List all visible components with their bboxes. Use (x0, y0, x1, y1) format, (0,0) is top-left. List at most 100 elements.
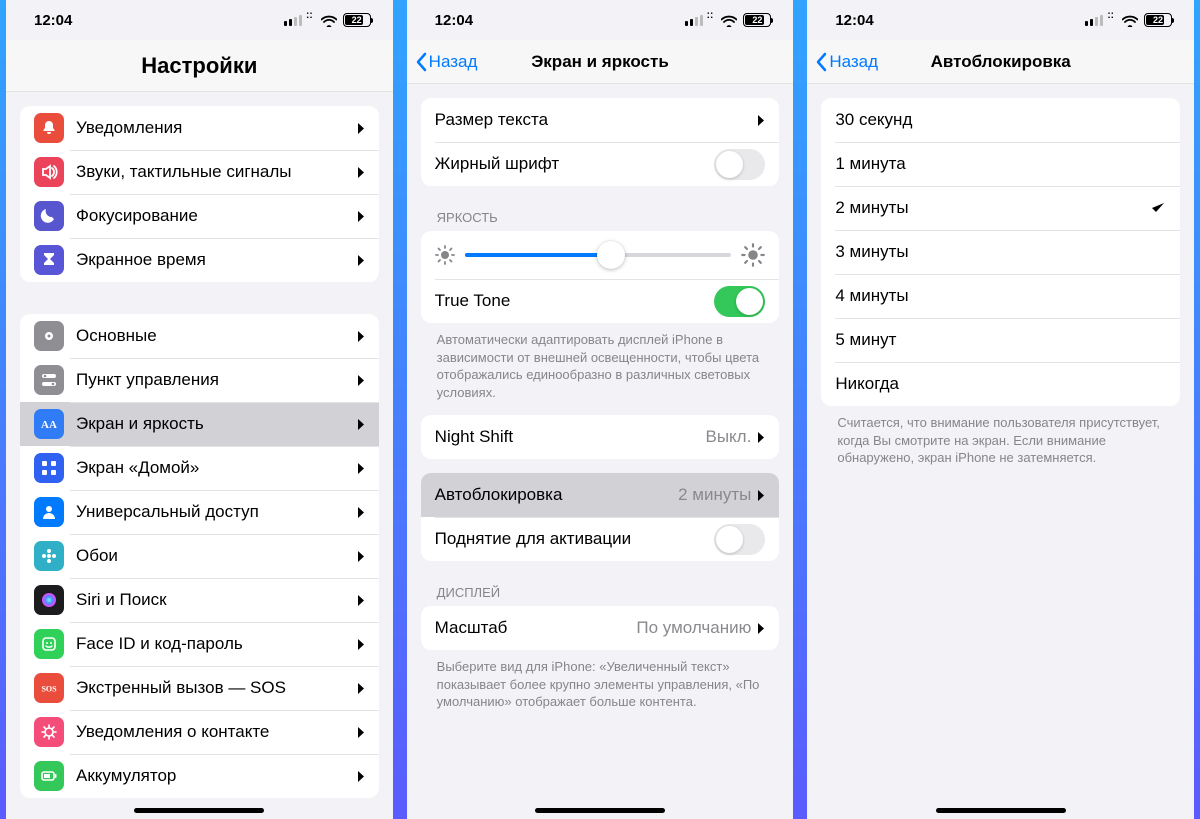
chevron-icon (757, 114, 765, 127)
row-label: Уведомления о контакте (76, 722, 357, 742)
row-label: Экстренный вызов — SOS (76, 678, 357, 698)
chevron-icon (357, 374, 365, 387)
home-indicator[interactable] (134, 808, 264, 813)
display-zoom-footer: Выберите вид для iPhone: «Увеличенный те… (407, 650, 794, 711)
chevron-icon (357, 506, 365, 519)
cellular-secondary-icon: :: (707, 10, 714, 21)
settings-row-face[interactable]: Face ID и код-пароль (20, 622, 379, 666)
settings-row-moon[interactable]: Фокусирование (20, 194, 379, 238)
nav-header: Настройки (6, 40, 393, 92)
autolock-option[interactable]: 4 минуты (821, 274, 1180, 318)
page-title: Автоблокировка (931, 52, 1071, 72)
grid-icon (34, 453, 64, 483)
option-label: 2 минуты (835, 198, 1150, 218)
settings-row-person[interactable]: Универсальный доступ (20, 490, 379, 534)
night-shift-group: Night Shift Выкл. (421, 415, 780, 459)
autolock-scroll[interactable]: 30 секунд 1 минута 2 минуты 3 минуты 4 минут… (807, 84, 1194, 819)
back-button[interactable]: Назад (815, 52, 878, 72)
display-zoom-row[interactable]: Масштаб По умолчанию (421, 606, 780, 650)
status-right: :: 22 (1085, 13, 1172, 27)
settings-row-gear[interactable]: Основные (20, 314, 379, 358)
flower-icon (34, 541, 64, 571)
text-size-row[interactable]: Размер текста (421, 98, 780, 142)
autolock-option[interactable]: Никогда (821, 362, 1180, 406)
cellular-icon (284, 15, 302, 26)
settings-row-speaker[interactable]: Звуки, тактильные сигналы (20, 150, 379, 194)
chevron-icon (357, 770, 365, 783)
settings-row-aa[interactable]: AAЭкран и яркость (20, 402, 379, 446)
home-indicator[interactable] (535, 808, 665, 813)
autolock-option[interactable]: 1 минута (821, 142, 1180, 186)
autolock-footer: Считается, что внимание пользователя при… (807, 406, 1194, 467)
settings-row-flower[interactable]: Обои (20, 534, 379, 578)
settings-row-grid[interactable]: Экран «Домой» (20, 446, 379, 490)
settings-row-hourglass[interactable]: Экранное время (20, 238, 379, 282)
settings-scroll[interactable]: Уведомления Звуки, тактильные сигналыФоку… (6, 92, 393, 819)
face-icon (34, 629, 64, 659)
nav-header: Назад Экран и яркость (407, 40, 794, 84)
sun-small-icon (435, 245, 455, 265)
status-bar: 12:04 :: 22 (807, 0, 1194, 40)
row-label: Экран «Домой» (76, 458, 357, 478)
option-label: 30 секунд (835, 110, 1166, 130)
settings-row-battery[interactable]: Аккумулятор (20, 754, 379, 798)
battery-icon: 22 (743, 13, 771, 27)
svg-text:AA: AA (41, 419, 57, 431)
auto-lock-row[interactable]: Автоблокировка 2 минуты (421, 473, 780, 517)
settings-row-sos[interactable]: SOS Экстренный вызов — SOS (20, 666, 379, 710)
brightness-slider-row[interactable] (421, 231, 780, 279)
option-label: 1 минута (835, 154, 1166, 174)
row-label: Пункт управления (76, 370, 357, 390)
wifi-icon (721, 14, 737, 26)
sun-large-icon (741, 243, 765, 267)
cellular-icon (1085, 15, 1103, 26)
wifi-icon (1122, 14, 1138, 26)
option-label: 5 минут (835, 330, 1166, 350)
bold-text-toggle[interactable] (714, 149, 765, 180)
home-indicator[interactable] (936, 808, 1066, 813)
status-time: 12:04 (34, 12, 72, 29)
autolock-option[interactable]: 3 минуты (821, 230, 1180, 274)
chevron-icon (357, 210, 365, 223)
bell-icon (34, 113, 64, 143)
raise-to-wake-toggle[interactable] (714, 524, 765, 555)
true-tone-row[interactable]: True Tone (421, 279, 780, 323)
night-shift-row[interactable]: Night Shift Выкл. (421, 415, 780, 459)
svg-text:SOS: SOS (41, 685, 57, 694)
moon-icon (34, 201, 64, 231)
display-header: ДИСПЛЕЙ (407, 561, 794, 606)
autolock-group: Автоблокировка 2 минуты Поднятие для акт… (421, 473, 780, 561)
true-tone-label: True Tone (435, 291, 715, 311)
chevron-icon (357, 638, 365, 651)
phone-display-brightness: 12:04 :: 22 Назад Экран и яркость Размер… (407, 0, 794, 819)
true-tone-toggle[interactable] (714, 286, 765, 317)
row-label: Основные (76, 326, 357, 346)
settings-row-bell[interactable]: Уведомления (20, 106, 379, 150)
page-title: Настройки (141, 53, 257, 79)
status-bar: 12:04 :: 22 (407, 0, 794, 40)
autolock-option[interactable]: 5 минут (821, 318, 1180, 362)
option-label: 3 минуты (835, 242, 1166, 262)
phone-auto-lock: 12:04 :: 22 Назад Автоблокировка 30 секу… (807, 0, 1194, 819)
chevron-icon (357, 726, 365, 739)
speaker-icon (34, 157, 64, 187)
chevron-icon (357, 462, 365, 475)
status-bar: 12:04 :: 22 (6, 0, 393, 40)
row-label: Уведомления (76, 118, 357, 138)
autolock-option[interactable]: 2 минуты (821, 186, 1180, 230)
option-label: Никогда (835, 374, 1166, 394)
brightness-slider[interactable] (465, 253, 732, 257)
switches-icon (34, 365, 64, 395)
zoom-group: Масштаб По умолчанию (421, 606, 780, 650)
display-scroll[interactable]: Размер текста Жирный шрифт ЯРКОСТЬ True … (407, 84, 794, 819)
autolock-option[interactable]: 30 секунд (821, 98, 1180, 142)
bold-text-row[interactable]: Жирный шрифт (421, 142, 780, 186)
raise-to-wake-row[interactable]: Поднятие для активации (421, 517, 780, 561)
settings-group-2: Основные Пункт управления AAЭкран и яркост… (20, 314, 379, 798)
settings-row-virus[interactable]: Уведомления о контакте (20, 710, 379, 754)
display-zoom-value: По умолчанию (636, 618, 751, 638)
settings-row-siri[interactable]: Siri и Поиск (20, 578, 379, 622)
back-button[interactable]: Назад (415, 52, 478, 72)
battery-icon (34, 761, 64, 791)
settings-row-switches[interactable]: Пункт управления (20, 358, 379, 402)
